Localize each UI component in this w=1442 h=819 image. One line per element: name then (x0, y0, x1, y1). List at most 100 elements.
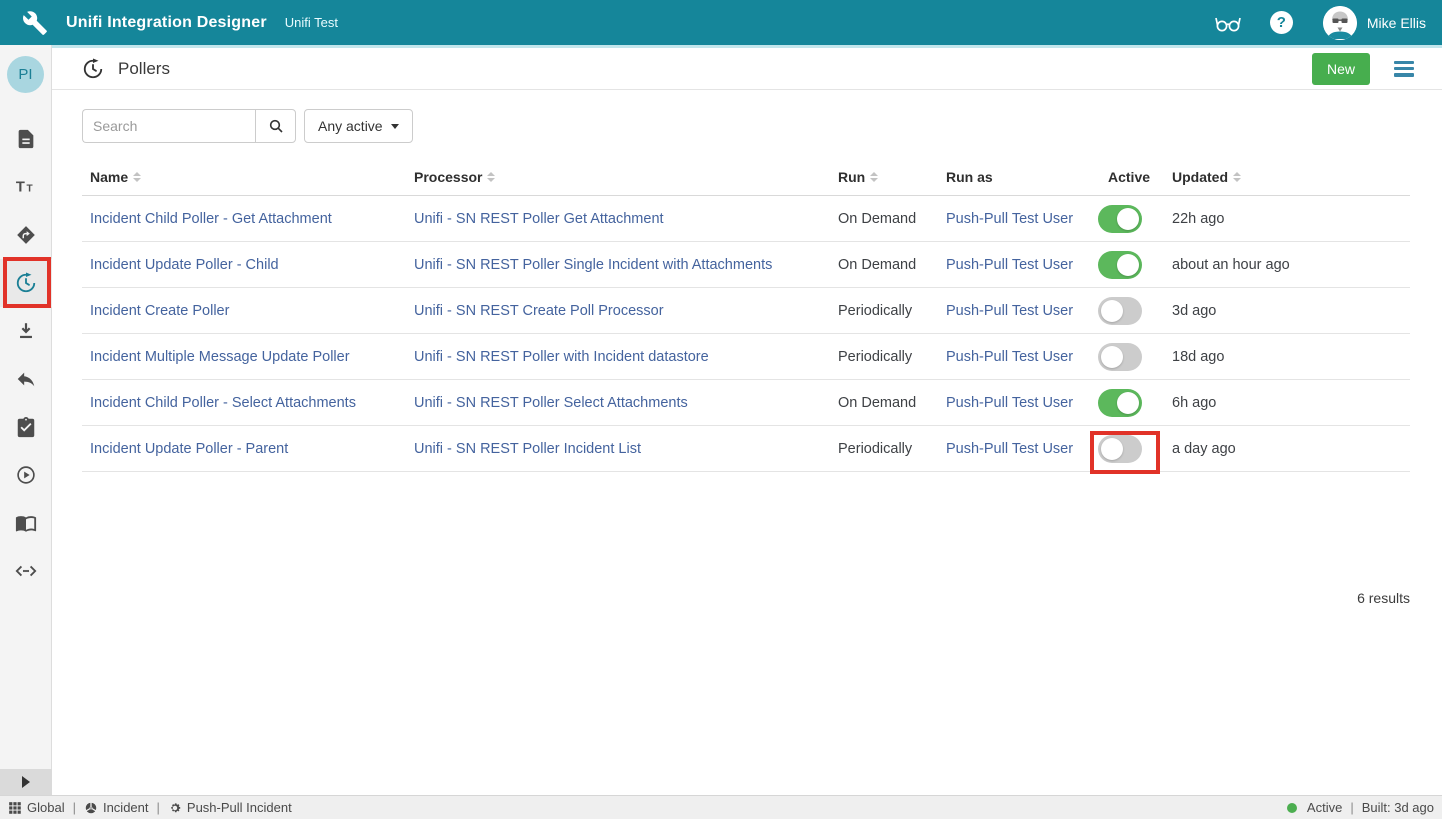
processor-link[interactable]: Unifi - SN REST Poller with Incident dat… (414, 349, 709, 365)
sidebar-item-documents[interactable] (0, 115, 52, 163)
table-row: Incident Update Poller - Parent Unifi - … (82, 426, 1410, 472)
processor-link[interactable]: Unifi - SN REST Poller Select Attachment… (414, 395, 688, 411)
workspace-indicator[interactable]: Global (8, 800, 65, 815)
sort-icon (1233, 172, 1241, 182)
book-icon (15, 512, 37, 534)
active-toggle[interactable] (1098, 297, 1142, 325)
main-content: Pollers New Any active Na (52, 45, 1442, 795)
app-window: Unifi Integration Designer Unifi Test ? … (0, 0, 1442, 819)
table-row: Incident Create Poller Unifi - SN REST C… (82, 288, 1410, 334)
sidebar-item-code[interactable] (0, 547, 52, 595)
active-filter-label: Any active (318, 118, 383, 134)
search-input[interactable] (82, 109, 255, 143)
poller-name-link[interactable]: Incident Multiple Message Update Poller (90, 349, 350, 365)
sidebar-item-share[interactable] (0, 211, 52, 259)
integration-icon (84, 801, 98, 815)
active-toggle[interactable] (1098, 435, 1142, 463)
toggle-knob (1101, 438, 1123, 460)
poller-name-link[interactable]: Incident Child Poller - Get Attachment (90, 211, 332, 227)
download-icon (15, 320, 37, 342)
status-dot-icon (1287, 803, 1297, 813)
text-icon: T T (15, 176, 37, 198)
integration-indicator[interactable]: Incident (84, 800, 149, 815)
sidebar-item-download[interactable] (0, 307, 52, 355)
run-mode-label: On Demand (838, 211, 916, 227)
run-as-link[interactable]: Push-Pull Test User (946, 395, 1073, 411)
toggle-knob (1117, 208, 1139, 230)
poller-name-link[interactable]: Incident Update Poller - Parent (90, 441, 288, 457)
column-header-active: Active (1098, 169, 1172, 185)
sidebar-item-reply[interactable] (0, 355, 52, 403)
poller-name-link[interactable]: Incident Update Poller - Child (90, 257, 279, 273)
run-mode-label: Periodically (838, 349, 912, 365)
toggle-knob (1101, 346, 1123, 368)
toggle-knob (1117, 392, 1139, 414)
poller-name-link[interactable]: Incident Child Poller - Select Attachmen… (90, 395, 356, 411)
table-row: Incident Update Poller - Child Unifi - S… (82, 242, 1410, 288)
top-navbar: Unifi Integration Designer Unifi Test ? … (0, 0, 1442, 45)
user-avatar[interactable] (1323, 6, 1357, 40)
user-name[interactable]: Mike Ellis (1367, 15, 1426, 31)
sort-icon (870, 172, 878, 182)
grid-icon (8, 801, 22, 815)
app-subtitle: Unifi Test (285, 15, 338, 30)
menu-icon[interactable] (1394, 61, 1414, 77)
search-button[interactable] (255, 109, 296, 143)
run-mode-label: Periodically (838, 441, 912, 457)
results-count: 6 results (1357, 590, 1410, 606)
column-header-processor[interactable]: Processor (414, 169, 838, 185)
sidebar-item-text[interactable]: T T (0, 163, 52, 211)
svg-text:T: T (26, 184, 33, 195)
reply-icon (15, 368, 37, 390)
updated-label: about an hour ago (1172, 257, 1290, 273)
app-title: Unifi Integration Designer (66, 14, 267, 32)
column-header-updated[interactable]: Updated (1172, 169, 1410, 185)
sidebar-avatar[interactable]: PI (7, 56, 44, 93)
sidebar-item-run[interactable] (0, 451, 52, 499)
active-toggle[interactable] (1098, 251, 1142, 279)
process-indicator[interactable]: Push-Pull Incident (168, 800, 292, 815)
status-label: Active (1307, 800, 1342, 815)
run-mode-label: On Demand (838, 395, 916, 411)
new-button[interactable]: New (1312, 53, 1370, 85)
processor-link[interactable]: Unifi - SN REST Poller Incident List (414, 441, 641, 457)
table-body: Incident Child Poller - Get Attachment U… (82, 196, 1410, 472)
clipboard-check-icon (15, 416, 37, 438)
sidebar-item-tasks[interactable] (0, 403, 52, 451)
active-toggle[interactable] (1098, 205, 1142, 233)
integration-label: Incident (103, 800, 149, 815)
poller-name-link[interactable]: Incident Create Poller (90, 303, 229, 319)
active-toggle[interactable] (1098, 389, 1142, 417)
built-label: Built: 3d ago (1362, 800, 1434, 815)
processor-link[interactable]: Unifi - SN REST Poller Get Attachment (414, 211, 664, 227)
svg-text:T: T (15, 180, 24, 196)
run-as-link[interactable]: Push-Pull Test User (946, 349, 1073, 365)
processor-link[interactable]: Unifi - SN REST Create Poll Processor (414, 303, 664, 319)
run-as-link[interactable]: Push-Pull Test User (946, 303, 1073, 319)
pollers-page-icon (82, 58, 104, 80)
active-filter-dropdown[interactable]: Any active (304, 109, 413, 143)
run-as-link[interactable]: Push-Pull Test User (946, 441, 1073, 457)
process-label: Push-Pull Incident (187, 800, 292, 815)
glasses-icon[interactable] (1212, 12, 1244, 34)
column-header-run[interactable]: Run (838, 169, 946, 185)
active-toggle[interactable] (1098, 343, 1142, 371)
updated-label: 6h ago (1172, 395, 1216, 411)
sidebar-item-pollers[interactable] (0, 259, 52, 307)
sidebar-expand-button[interactable] (0, 769, 52, 795)
updated-label: 3d ago (1172, 303, 1216, 319)
run-as-link[interactable]: Push-Pull Test User (946, 257, 1073, 273)
toggle-knob (1117, 254, 1139, 276)
help-icon[interactable]: ? (1270, 11, 1293, 34)
table-header-row: Name Processor Run Run as Active (82, 158, 1410, 196)
wrench-icon (22, 10, 48, 36)
run-as-link[interactable]: Push-Pull Test User (946, 211, 1073, 227)
column-header-name[interactable]: Name (82, 169, 414, 185)
gear-icon (168, 801, 182, 815)
workspace-label: Global (27, 800, 65, 815)
processor-link[interactable]: Unifi - SN REST Poller Single Incident w… (414, 257, 772, 273)
chevron-right-icon (22, 776, 30, 788)
column-header-run-as[interactable]: Run as (946, 169, 1098, 185)
code-icon (15, 560, 37, 582)
sidebar-item-docs[interactable] (0, 499, 52, 547)
